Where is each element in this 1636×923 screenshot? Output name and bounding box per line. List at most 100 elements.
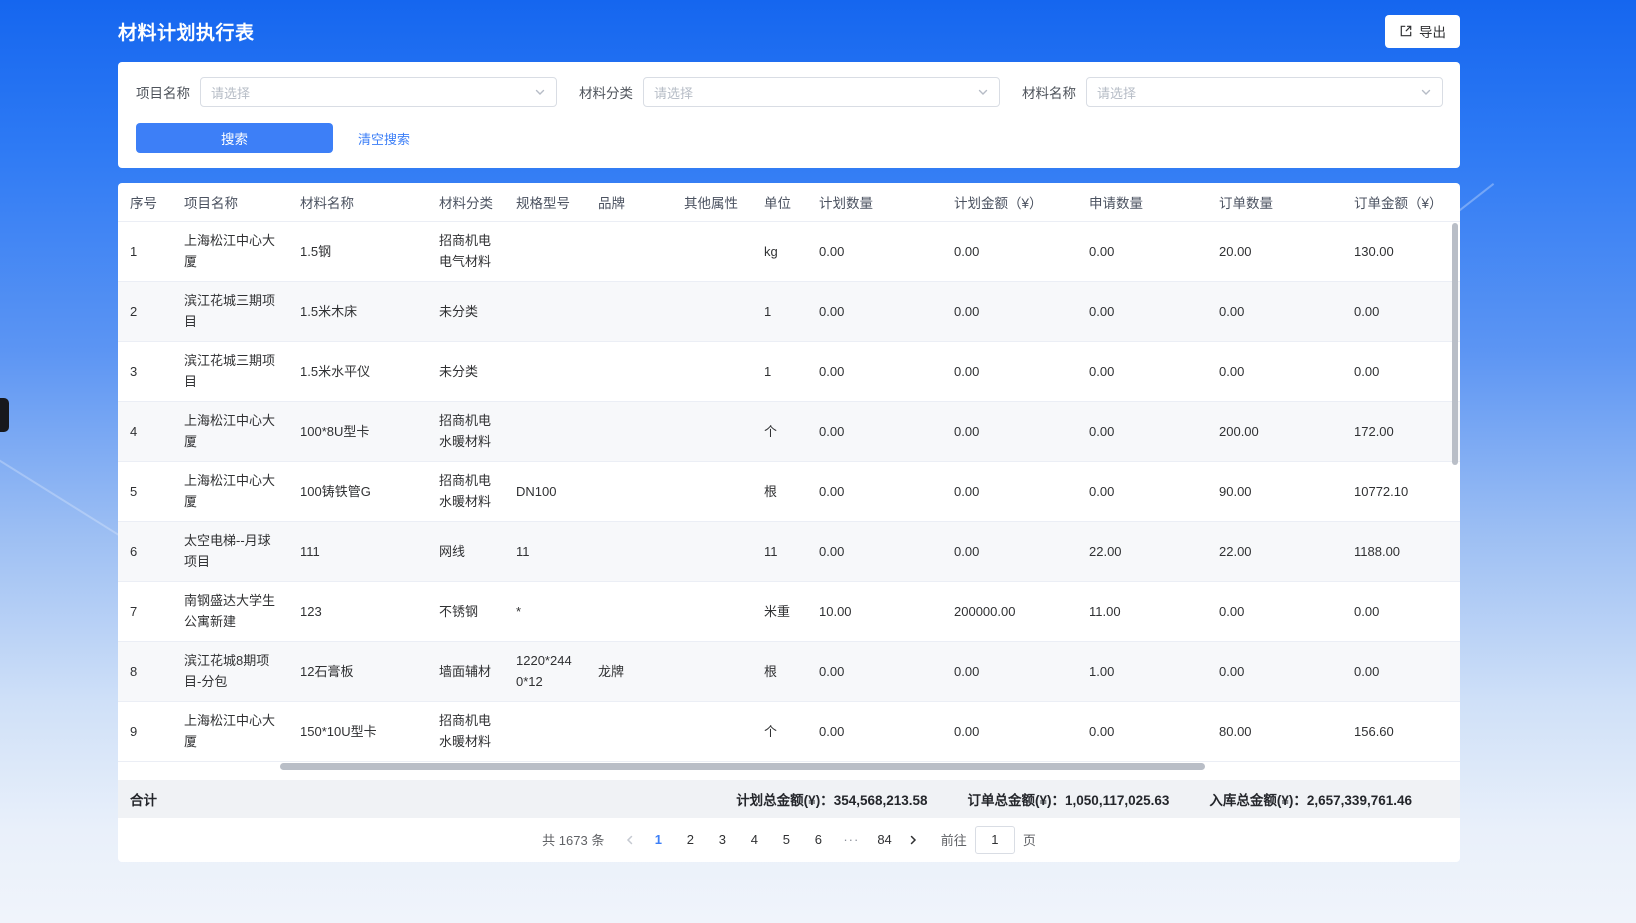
- inbound-total-label: 入库总金额(¥)：: [1209, 793, 1307, 808]
- table-cell: 0.00: [942, 281, 1077, 341]
- main-content: 材料计划执行表 导出 项目名称 请选择: [118, 0, 1460, 862]
- side-drawer-handle[interactable]: [0, 398, 9, 432]
- data-table-card: 序号 项目名称 材料名称 材料分类 规格型号 品牌 其他属性 单位 计划数量 计…: [118, 183, 1460, 862]
- table-cell: kg: [752, 221, 807, 281]
- table-cell: 0.00: [807, 521, 942, 581]
- goto-page-input[interactable]: [975, 826, 1015, 854]
- table-cell: 1.00: [1077, 641, 1207, 701]
- table-cell: [586, 281, 672, 341]
- column-header: 品牌: [586, 183, 672, 221]
- page-button-6[interactable]: 6: [805, 826, 831, 854]
- order-total: 订单总金额(¥)：1,050,117,025.63: [968, 789, 1170, 809]
- table-cell: [586, 581, 672, 641]
- material-category-select[interactable]: 请选择: [643, 77, 1000, 107]
- table-cell: 7: [118, 581, 172, 641]
- table-cell: 22.00: [1077, 521, 1207, 581]
- horizontal-scrollbar-thumb[interactable]: [280, 763, 1205, 770]
- table-cell: 滨江花城三期项目: [172, 281, 288, 341]
- table-cell: 0.00: [1077, 341, 1207, 401]
- column-header: 订单数量: [1207, 183, 1342, 221]
- table-cell: 滨江花城三期项目: [172, 341, 288, 401]
- table-cell: 11: [752, 521, 807, 581]
- table-cell: 个: [752, 401, 807, 461]
- table-cell: 个: [752, 701, 807, 761]
- table-row[interactable]: 3滨江花城三期项目1.5米水平仪未分类10.000.000.000.000.00: [118, 341, 1460, 401]
- table-cell: 上海松江中心大厦: [172, 221, 288, 281]
- table-cell: 0.00: [1207, 281, 1342, 341]
- table-cell: 不锈钢: [427, 581, 504, 641]
- prev-page-button[interactable]: [618, 834, 642, 846]
- chevron-down-icon: [1420, 86, 1432, 98]
- table-cell: 0.00: [942, 401, 1077, 461]
- table-cell: 12石膏板: [288, 641, 427, 701]
- table-cell: 招商机电水暖材料: [427, 401, 504, 461]
- summary-total-label: 合计: [130, 789, 157, 809]
- horizontal-scrollbar[interactable]: [118, 762, 1460, 772]
- goto-label: 前往: [941, 830, 967, 849]
- table-cell: 0.00: [942, 701, 1077, 761]
- page-button-4[interactable]: 4: [741, 826, 767, 854]
- table-cell: 8: [118, 641, 172, 701]
- order-total-value: 1,050,117,025.63: [1065, 793, 1169, 808]
- page-ellipsis[interactable]: ···: [837, 826, 865, 854]
- table-cell: 0.00: [1342, 581, 1460, 641]
- table-cell: 南钢盛达大学生公寓新建: [172, 581, 288, 641]
- table-header-row: 序号 项目名称 材料名称 材料分类 规格型号 品牌 其他属性 单位 计划数量 计…: [118, 183, 1460, 221]
- table-cell: 80.00: [1207, 701, 1342, 761]
- page-button-5[interactable]: 5: [773, 826, 799, 854]
- table-cell: 4: [118, 401, 172, 461]
- table-cell: 22.00: [1207, 521, 1342, 581]
- order-total-label: 订单总金额(¥)：: [968, 793, 1066, 808]
- table-cell: 11: [504, 521, 586, 581]
- clear-search-link[interactable]: 清空搜索: [358, 129, 410, 148]
- table-cell: 2: [118, 281, 172, 341]
- table-row[interactable]: 2滨江花城三期项目1.5米木床未分类10.000.000.000.000.00: [118, 281, 1460, 341]
- table-cell: [586, 341, 672, 401]
- column-header: 序号: [118, 183, 172, 221]
- table-cell: [504, 401, 586, 461]
- search-button[interactable]: 搜索: [136, 123, 333, 153]
- table-cell: 1.5钢: [288, 221, 427, 281]
- table-row[interactable]: 6太空电梯--月球项目111网线11110.000.0022.0022.0011…: [118, 521, 1460, 581]
- table-cell: 0.00: [807, 401, 942, 461]
- table-cell: 1.5米木床: [288, 281, 427, 341]
- project-name-select[interactable]: 请选择: [200, 77, 557, 107]
- planned-total-label: 计划总金额(¥)：: [736, 793, 834, 808]
- page-button-84[interactable]: 84: [871, 826, 897, 854]
- export-button[interactable]: 导出: [1385, 15, 1460, 48]
- column-header: 项目名称: [172, 183, 288, 221]
- table-row[interactable]: 8滨江花城8期项目-分包12石膏板墙面辅材1220*2440*12龙牌根0.00…: [118, 641, 1460, 701]
- table-cell: 0.00: [807, 461, 942, 521]
- table-cell: 0.00: [1207, 641, 1342, 701]
- page-button-3[interactable]: 3: [709, 826, 735, 854]
- table-cell: 10772.10: [1342, 461, 1460, 521]
- table-row[interactable]: 5上海松江中心大厦100铸铁管G招商机电水暖材料DN100根0.000.000.…: [118, 461, 1460, 521]
- table-cell: 11.00: [1077, 581, 1207, 641]
- table-row[interactable]: 4上海松江中心大厦100*8U型卡招商机电水暖材料个0.000.000.0020…: [118, 401, 1460, 461]
- table-row[interactable]: 9上海松江中心大厦150*10U型卡招商机电水暖材料个0.000.000.008…: [118, 701, 1460, 761]
- table-cell: 6: [118, 521, 172, 581]
- column-header: 申请数量: [1077, 183, 1207, 221]
- page-button-2[interactable]: 2: [677, 826, 703, 854]
- table-cell: 0.00: [942, 461, 1077, 521]
- table-cell: 网线: [427, 521, 504, 581]
- table-cell: 1.5米水平仪: [288, 341, 427, 401]
- table-row[interactable]: 1上海松江中心大厦1.5钢招商机电电气材料kg0.000.000.0020.00…: [118, 221, 1460, 281]
- vertical-scrollbar[interactable]: [1452, 223, 1458, 465]
- table-cell: 0.00: [807, 701, 942, 761]
- column-header: 材料名称: [288, 183, 427, 221]
- select-placeholder: 请选择: [654, 83, 693, 102]
- table-row[interactable]: 7南钢盛达大学生公寓新建123不锈钢*米重10.00200000.0011.00…: [118, 581, 1460, 641]
- table-cell: 0.00: [1342, 341, 1460, 401]
- column-header: 计划数量: [807, 183, 942, 221]
- table-cell: 上海松江中心大厦: [172, 461, 288, 521]
- next-page-button[interactable]: [901, 834, 925, 846]
- table-cell: [586, 521, 672, 581]
- table-cell: 1: [752, 341, 807, 401]
- table-cell: [672, 341, 752, 401]
- table-cell: 111: [288, 521, 427, 581]
- material-name-label: 材料名称: [1022, 82, 1076, 102]
- table-cell: 根: [752, 461, 807, 521]
- material-name-select[interactable]: 请选择: [1086, 77, 1443, 107]
- page-button-1[interactable]: 1: [645, 826, 671, 854]
